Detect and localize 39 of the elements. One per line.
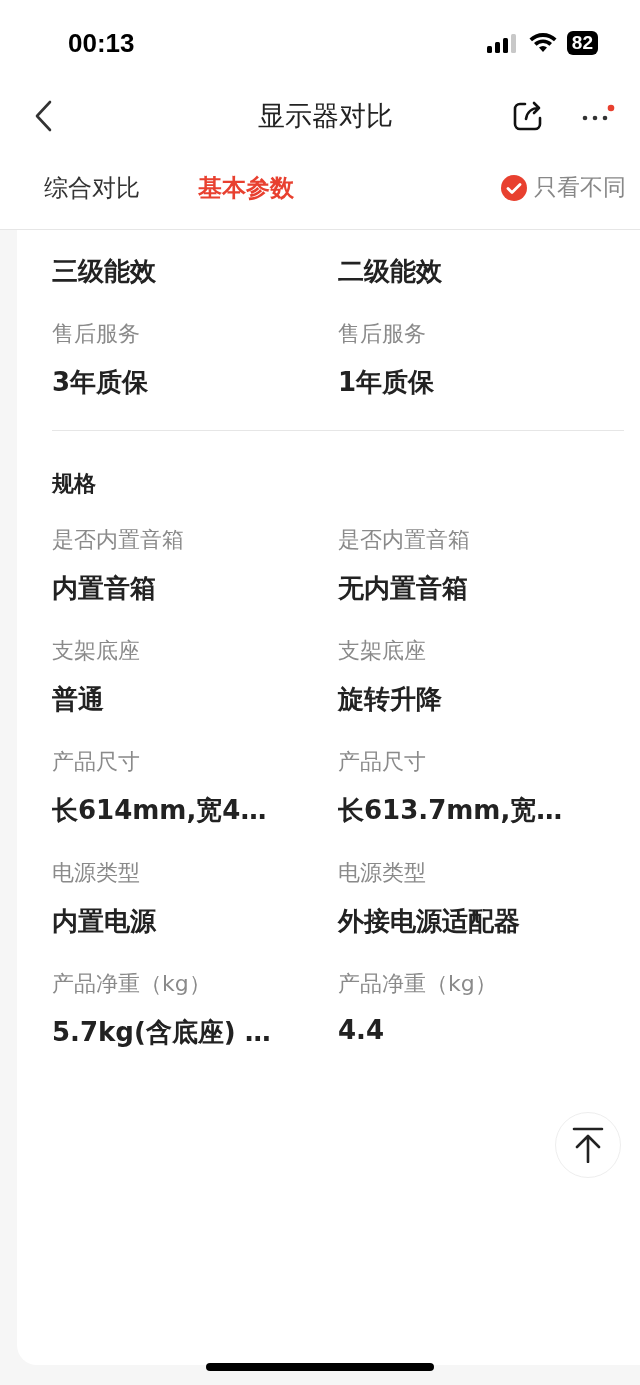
param-label: 产品尺寸 <box>52 748 141 776</box>
battery-level: 82 <box>571 32 593 54</box>
param-label: 支架底座 <box>338 637 427 665</box>
share-icon[interactable] <box>512 100 544 132</box>
filter-label[interactable]: 只看不同 <box>534 172 626 203</box>
param-label: 支架底座 <box>52 637 141 665</box>
param-value: 5.7kg(含底座) … <box>52 1016 272 1049</box>
param-label: 电源类型 <box>52 859 141 887</box>
section-title: 规格 <box>52 470 97 498</box>
param-value: 4.4 <box>338 1015 386 1045</box>
param-value: 内置电源 <box>52 905 157 938</box>
wifi-icon <box>528 33 557 53</box>
param-value: 1年质保 <box>338 366 436 399</box>
back-icon[interactable] <box>34 100 52 132</box>
param-value: 普通 <box>52 683 105 716</box>
param-label: 是否内置音箱 <box>338 526 471 554</box>
param-value: 无内置音箱 <box>338 572 469 605</box>
param-label: 产品尺寸 <box>338 748 427 776</box>
param-value: 内置音箱 <box>52 572 157 605</box>
param-label: 产品净重（kg） <box>338 970 498 998</box>
tab[interactable]: 基本参数 <box>198 171 294 204</box>
signal-icon <box>486 33 519 53</box>
param-value: 旋转升降 <box>338 683 443 716</box>
param-value: 长613.7mm,宽… <box>338 794 564 827</box>
page-title: 显示器对比 <box>257 99 393 133</box>
param-value: 二级能效 <box>338 255 443 288</box>
param-label: 产品净重（kg） <box>52 970 212 998</box>
param-label: 是否内置音箱 <box>52 526 185 554</box>
checkbox[interactable] <box>500 173 528 202</box>
param-value: 长614mm,宽4… <box>52 794 268 827</box>
param-value: 三级能效 <box>52 255 157 288</box>
arrow-up-icon <box>572 1127 604 1163</box>
param-value: 3年质保 <box>52 366 150 399</box>
param-value: 外接电源适配器 <box>338 905 521 938</box>
param-label: 售后服务 <box>52 320 141 348</box>
param-label: 电源类型 <box>338 859 427 887</box>
param-label: 售后服务 <box>338 320 427 348</box>
status-time: 00:13 <box>68 27 135 59</box>
tab[interactable]: 综合对比 <box>44 171 140 204</box>
